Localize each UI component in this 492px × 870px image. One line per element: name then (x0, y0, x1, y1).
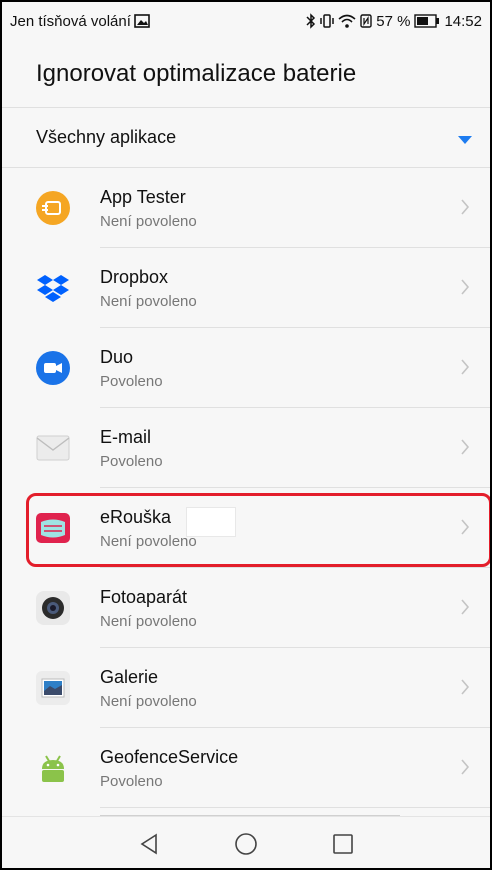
app-name: Dropbox (100, 267, 169, 287)
app-status: Povoleno (100, 373, 163, 390)
chevron-right-icon (461, 599, 470, 615)
list-item-texts: Dropbox Není povoleno (100, 266, 197, 312)
battery-percent: 57 % (376, 12, 411, 30)
list-item-geofenceservice[interactable]: GeofenceService Povoleno (2, 728, 490, 808)
list-item-texts: Fotoaparát Není povoleno (100, 586, 197, 632)
bluetooth-icon (306, 13, 316, 29)
chevron-right-icon (461, 199, 470, 215)
status-right: 57 % 14:52 (306, 13, 482, 30)
app-name: eRouška (100, 507, 172, 527)
battery-icon (414, 14, 440, 28)
dropdown-arrow-icon (458, 135, 472, 144)
nfc-icon (360, 14, 372, 28)
notification-image-icon (134, 14, 150, 28)
chevron-right-icon (461, 759, 470, 775)
chevron-right-icon (461, 439, 470, 455)
erouska-icon (36, 511, 70, 545)
home-icon[interactable] (234, 832, 258, 856)
list-item-texts: E-mail Povoleno (100, 426, 163, 472)
list-item-erouska[interactable]: eRouška Není povoleno (2, 488, 490, 568)
page-header: Ignorovat optimalizace baterie (2, 40, 490, 108)
wifi-icon (338, 14, 356, 28)
camera-icon (36, 591, 70, 625)
app-status: Není povoleno (100, 613, 197, 630)
android-icon (36, 751, 70, 785)
status-bar: Jen tísňová volání 57 % 14:52 (2, 2, 490, 40)
vibrate-icon (320, 14, 334, 28)
app-status: Není povoleno (100, 533, 197, 550)
carrier-text: Jen tísňová volání (10, 12, 131, 30)
app-filter-dropdown[interactable]: Všechny aplikace (2, 108, 490, 168)
back-icon[interactable] (138, 832, 160, 856)
chevron-right-icon (461, 279, 470, 295)
list-item-texts: eRouška Není povoleno (100, 506, 197, 552)
chevron-right-icon (461, 679, 470, 695)
app-name: Galerie (100, 667, 159, 687)
app-status: Není povoleno (100, 293, 197, 310)
gallery-icon (36, 671, 70, 705)
app-name: App Tester (100, 187, 186, 207)
list-item-email[interactable]: E-mail Povoleno (2, 408, 490, 488)
app-name: Fotoaparát (100, 587, 188, 607)
app-status: Povoleno (100, 773, 163, 790)
phone-screen: Jen tísňová volání 57 % 14:52 Ignorovat … (0, 0, 492, 870)
app-tester-icon (36, 191, 70, 225)
redaction-box (186, 507, 236, 537)
list-item-texts: GeofenceService Povoleno (100, 746, 238, 792)
app-name: Duo (100, 347, 134, 367)
list-item-texts: Galerie Není povoleno (100, 666, 197, 712)
list-item-gallery[interactable]: Galerie Není povoleno (2, 648, 490, 728)
status-left: Jen tísňová volání (10, 13, 150, 30)
app-name: E-mail (100, 427, 152, 447)
list-item-camera[interactable]: Fotoaparát Není povoleno (2, 568, 490, 648)
list-item-duo[interactable]: Duo Povoleno (2, 328, 490, 408)
app-status: Povoleno (100, 453, 163, 470)
list-item-texts: Duo Povoleno (100, 346, 163, 392)
app-list: App Tester Není povoleno Dropbox Není po… (2, 168, 490, 808)
dropbox-icon (36, 271, 70, 305)
app-status: Není povoleno (100, 693, 197, 710)
recents-icon[interactable] (332, 833, 354, 855)
filter-selected-label: Všechny aplikace (36, 127, 177, 147)
duo-icon (36, 351, 70, 385)
chevron-right-icon (461, 519, 470, 535)
list-item-texts: App Tester Není povoleno (100, 186, 197, 232)
app-status: Není povoleno (100, 213, 197, 230)
clock: 14:52 (444, 12, 482, 30)
list-item-app-tester[interactable]: App Tester Není povoleno (2, 168, 490, 248)
list-item-dropbox[interactable]: Dropbox Není povoleno (2, 248, 490, 328)
app-name: GeofenceService (100, 747, 239, 767)
email-icon (36, 431, 70, 465)
system-nav-bar (2, 816, 490, 868)
page-title: Ignorovat optimalizace baterie (36, 59, 357, 87)
chevron-right-icon (461, 359, 470, 375)
